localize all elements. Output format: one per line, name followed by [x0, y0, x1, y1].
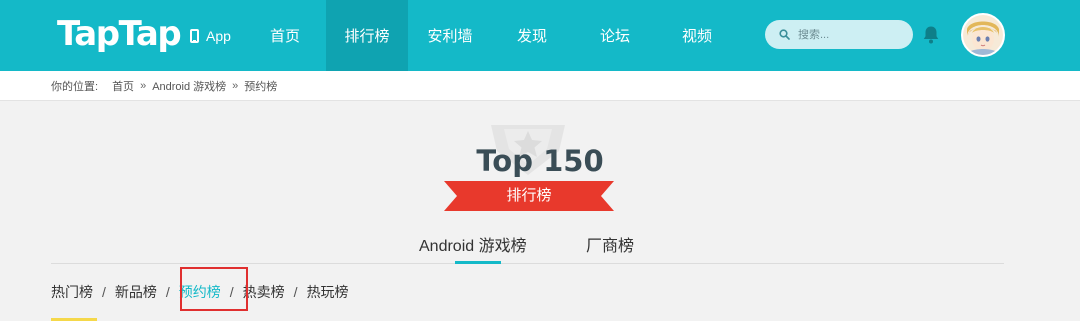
nav-discover[interactable]: 发现: [502, 0, 562, 71]
tab-android-games[interactable]: Android 游戏榜: [419, 230, 527, 264]
breadcrumb-bar: 你的位置: 首页 » Android 游戏榜 » 预约榜: [0, 71, 1080, 101]
ranking-ribbon: 排行榜: [444, 181, 614, 211]
tab-vendors[interactable]: 厂商榜: [586, 230, 634, 264]
bell-icon[interactable]: [922, 25, 940, 45]
taptap-logo[interactable]: TapTap: [57, 12, 182, 56]
nav-rankings[interactable]: 排行榜: [326, 0, 408, 71]
breadcrumb-current: 预约榜: [244, 81, 278, 93]
chart-tabs: Android 游戏榜 厂商榜: [51, 230, 1004, 264]
top-navigation-bar: TapTap App 首页 排行榜 安利墙 发现 论坛 视频: [0, 0, 1080, 71]
nav-recommend-wall[interactable]: 安利墙: [418, 0, 482, 71]
avatar-image: [963, 15, 1003, 55]
subtab-new[interactable]: 新品榜: [115, 282, 157, 302]
subtab-hot[interactable]: 热门榜: [51, 282, 93, 302]
search-box[interactable]: [765, 20, 913, 49]
breadcrumb-separator: »: [140, 80, 147, 92]
annotation-highlight-box: [180, 267, 248, 311]
nav-forum[interactable]: 论坛: [585, 0, 645, 71]
breadcrumb: 你的位置: 首页 » Android 游戏榜 » 预约榜: [51, 71, 277, 101]
subtab-popular-play[interactable]: 热玩榜: [307, 282, 349, 302]
subtab-separator: /: [293, 284, 298, 300]
breadcrumb-separator: »: [232, 80, 239, 92]
nav-home[interactable]: 首页: [255, 0, 315, 71]
breadcrumb-home[interactable]: 首页: [112, 78, 134, 94]
nav-video[interactable]: 视频: [667, 0, 727, 71]
search-input[interactable]: [798, 28, 898, 41]
page-title: Top 150: [476, 144, 604, 178]
ribbon-label: 排行榜: [506, 187, 552, 204]
user-avatar[interactable]: [961, 13, 1005, 57]
app-download-link[interactable]: App: [190, 0, 231, 71]
active-tab-indicator: [455, 261, 501, 264]
breadcrumb-android-games[interactable]: Android 游戏榜: [152, 78, 226, 94]
phone-icon: [190, 28, 199, 43]
subtab-bestseller[interactable]: 热卖榜: [243, 282, 285, 302]
search-icon: [779, 29, 790, 40]
app-link-label: App: [206, 27, 231, 44]
subtab-separator: /: [165, 284, 170, 300]
breadcrumb-label: 你的位置:: [51, 81, 99, 93]
subtab-separator: /: [102, 284, 106, 300]
